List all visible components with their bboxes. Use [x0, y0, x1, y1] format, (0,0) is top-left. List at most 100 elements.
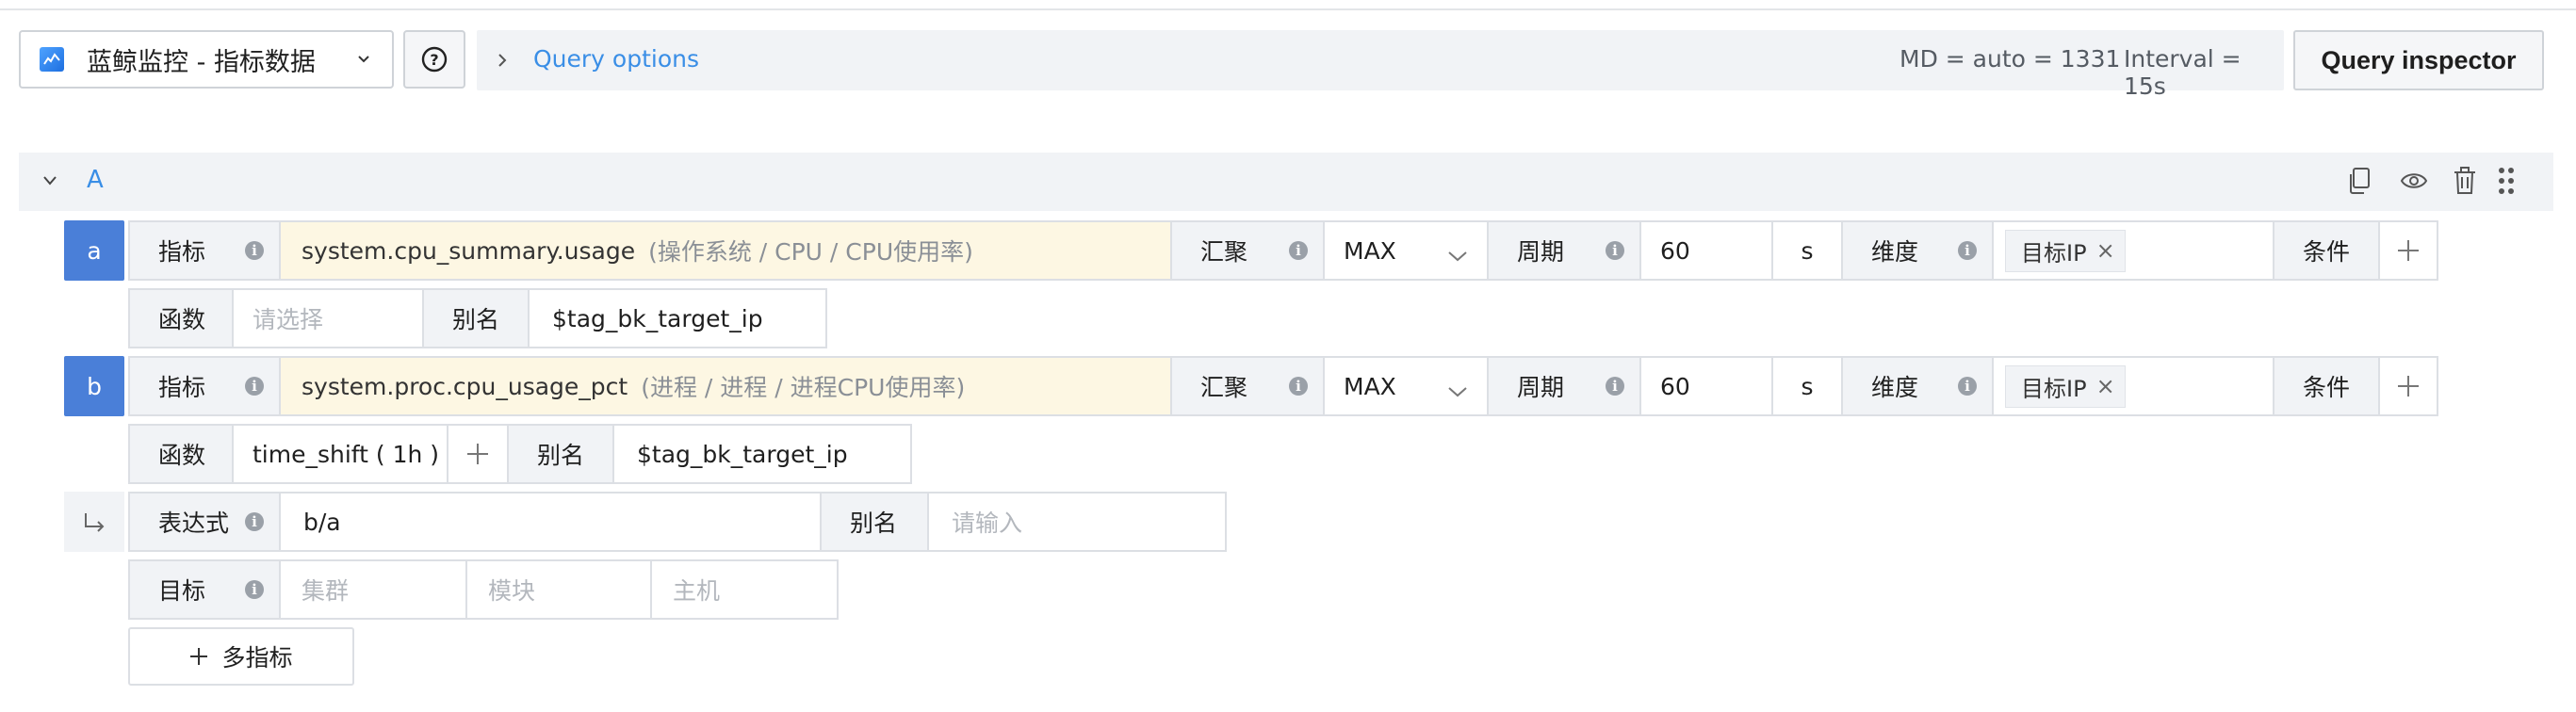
chevron-down-icon: [1447, 241, 1468, 268]
info-icon[interactable]: i: [1958, 377, 1977, 396]
metric-label-text: 指标: [158, 374, 206, 401]
alias-value: $tag_bk_target_ip: [552, 304, 763, 332]
remove-tag-icon[interactable]: ×: [2096, 373, 2115, 399]
dimension-select[interactable]: 目标IP ×: [1992, 220, 2274, 281]
dimension-label: 维度 i: [1841, 356, 1994, 416]
aggregation-label-text: 汇聚: [1200, 374, 1248, 401]
chevron-down-icon: [356, 51, 371, 70]
info-icon[interactable]: i: [1606, 377, 1624, 396]
cluster-placeholder: 集群: [302, 577, 350, 605]
aggregation-value: MAX: [1344, 372, 1396, 400]
expression-label-text: 表达式: [158, 510, 230, 537]
period-unit-text: s: [1801, 372, 1814, 400]
dimension-select[interactable]: 目标IP ×: [1992, 356, 2274, 416]
metric-letter-a: a: [64, 220, 124, 281]
info-icon[interactable]: i: [1289, 377, 1308, 396]
metric-description: (操作系统 / CPU / CPU使用率): [648, 238, 973, 266]
expression-value: b/a: [303, 508, 341, 536]
info-icon[interactable]: i: [245, 580, 264, 599]
plus-icon: [2398, 376, 2419, 396]
max-data-points-info: MD = auto = 1331: [1899, 45, 2121, 73]
datasource-select[interactable]: 蓝鲸监控 - 指标数据: [19, 30, 394, 89]
function-label-text: 函数: [158, 306, 206, 333]
metric-letter-b: b: [64, 356, 124, 416]
add-condition-button[interactable]: [2378, 220, 2438, 281]
query-options-label[interactable]: Query options: [533, 45, 699, 73]
aggregation-value: MAX: [1344, 236, 1396, 265]
info-icon[interactable]: i: [245, 377, 264, 396]
period-label-text: 周期: [1517, 238, 1565, 266]
dimension-tag-text: 目标IP: [2021, 239, 2087, 267]
chevron-down-icon: [1447, 377, 1468, 404]
period-label: 周期 i: [1487, 356, 1641, 416]
alias-input[interactable]: $tag_bk_target_ip: [528, 288, 827, 348]
function-value: time_shift ( 1h ): [253, 440, 440, 468]
function-select[interactable]: 请选择: [232, 288, 424, 348]
target-label: 目标 i: [128, 559, 281, 620]
cluster-select[interactable]: 集群: [279, 559, 467, 620]
expression-alias-label: 别名: [820, 492, 929, 552]
info-icon[interactable]: i: [245, 512, 264, 531]
expression-marker: [64, 492, 124, 552]
target-label-text: 目标: [158, 577, 206, 605]
add-metric-button[interactable]: 多指标: [128, 627, 354, 686]
query-row-header[interactable]: A: [19, 153, 2553, 211]
function-tag[interactable]: time_shift ( 1h ): [232, 424, 448, 484]
top-divider: [0, 0, 2576, 10]
condition-label: 条件: [2273, 356, 2380, 416]
condition-label-text: 条件: [2303, 374, 2351, 401]
period-value: 60: [1660, 236, 1690, 265]
alias-label: 别名: [507, 424, 614, 484]
help-button[interactable]: ?: [403, 30, 465, 89]
metric-label: 指标 i: [128, 220, 281, 281]
alias-value: $tag_bk_target_ip: [637, 440, 848, 468]
add-function-button[interactable]: [447, 424, 509, 484]
module-select[interactable]: 模块: [465, 559, 652, 620]
expression-alias-placeholder: 请输入: [952, 510, 1023, 537]
query-inspector-button[interactable]: Query inspector: [2293, 30, 2544, 90]
info-icon[interactable]: i: [1958, 241, 1977, 260]
datasource-logo-icon: [40, 47, 64, 72]
plus-icon: [2398, 240, 2419, 261]
trash-icon[interactable]: [2452, 166, 2478, 200]
expression-input[interactable]: b/a: [279, 492, 822, 552]
metric-label: 指标 i: [128, 356, 281, 416]
metric-select[interactable]: system.cpu_summary.usage (操作系统 / CPU / C…: [279, 220, 1172, 281]
module-placeholder: 模块: [488, 577, 536, 605]
remove-tag-icon[interactable]: ×: [2096, 237, 2115, 264]
metric-label-text: 指标: [158, 238, 206, 266]
period-value: 60: [1660, 372, 1690, 400]
aggregation-select[interactable]: MAX: [1323, 356, 1489, 416]
metric-description: (进程 / 进程 / 进程CPU使用率): [641, 374, 966, 401]
eye-icon[interactable]: [2399, 166, 2429, 200]
collapse-chevron-icon[interactable]: [41, 173, 58, 191]
function-label: 函数: [128, 424, 234, 484]
expression-alias-input[interactable]: 请输入: [927, 492, 1227, 552]
info-icon[interactable]: i: [1606, 241, 1624, 260]
host-placeholder: 主机: [673, 577, 721, 605]
aggregation-select[interactable]: MAX: [1323, 220, 1489, 281]
copy-icon[interactable]: [2346, 166, 2374, 200]
period-label-text: 周期: [1517, 374, 1565, 401]
metric-select[interactable]: system.proc.cpu_usage_pct (进程 / 进程 / 进程C…: [279, 356, 1172, 416]
aggregation-label: 汇聚 i: [1170, 220, 1325, 281]
dimension-tag-text: 目标IP: [2021, 375, 2087, 402]
metric-name: system.cpu_summary.usage: [302, 236, 636, 265]
expression-label: 表达式 i: [128, 492, 281, 552]
datasource-name: 蓝鲸监控 - 指标数据: [87, 47, 316, 77]
dimension-tag: 目标IP ×: [2005, 229, 2126, 272]
function-label-text: 函数: [158, 442, 206, 469]
host-select[interactable]: 主机: [650, 559, 839, 620]
period-label: 周期 i: [1487, 220, 1641, 281]
drag-handle-icon[interactable]: [2497, 166, 2516, 200]
period-unit-text: s: [1801, 236, 1814, 265]
dimension-label-text: 维度: [1871, 374, 1919, 401]
period-input[interactable]: 60: [1639, 356, 1773, 416]
period-input[interactable]: 60: [1639, 220, 1773, 281]
condition-label: 条件: [2273, 220, 2380, 281]
info-icon[interactable]: i: [245, 241, 264, 260]
add-condition-button[interactable]: [2378, 356, 2438, 416]
alias-input[interactable]: $tag_bk_target_ip: [612, 424, 912, 484]
info-icon[interactable]: i: [1289, 241, 1308, 260]
query-options-bar[interactable]: Query options MD = auto = 1331 Interval …: [477, 30, 2284, 100]
